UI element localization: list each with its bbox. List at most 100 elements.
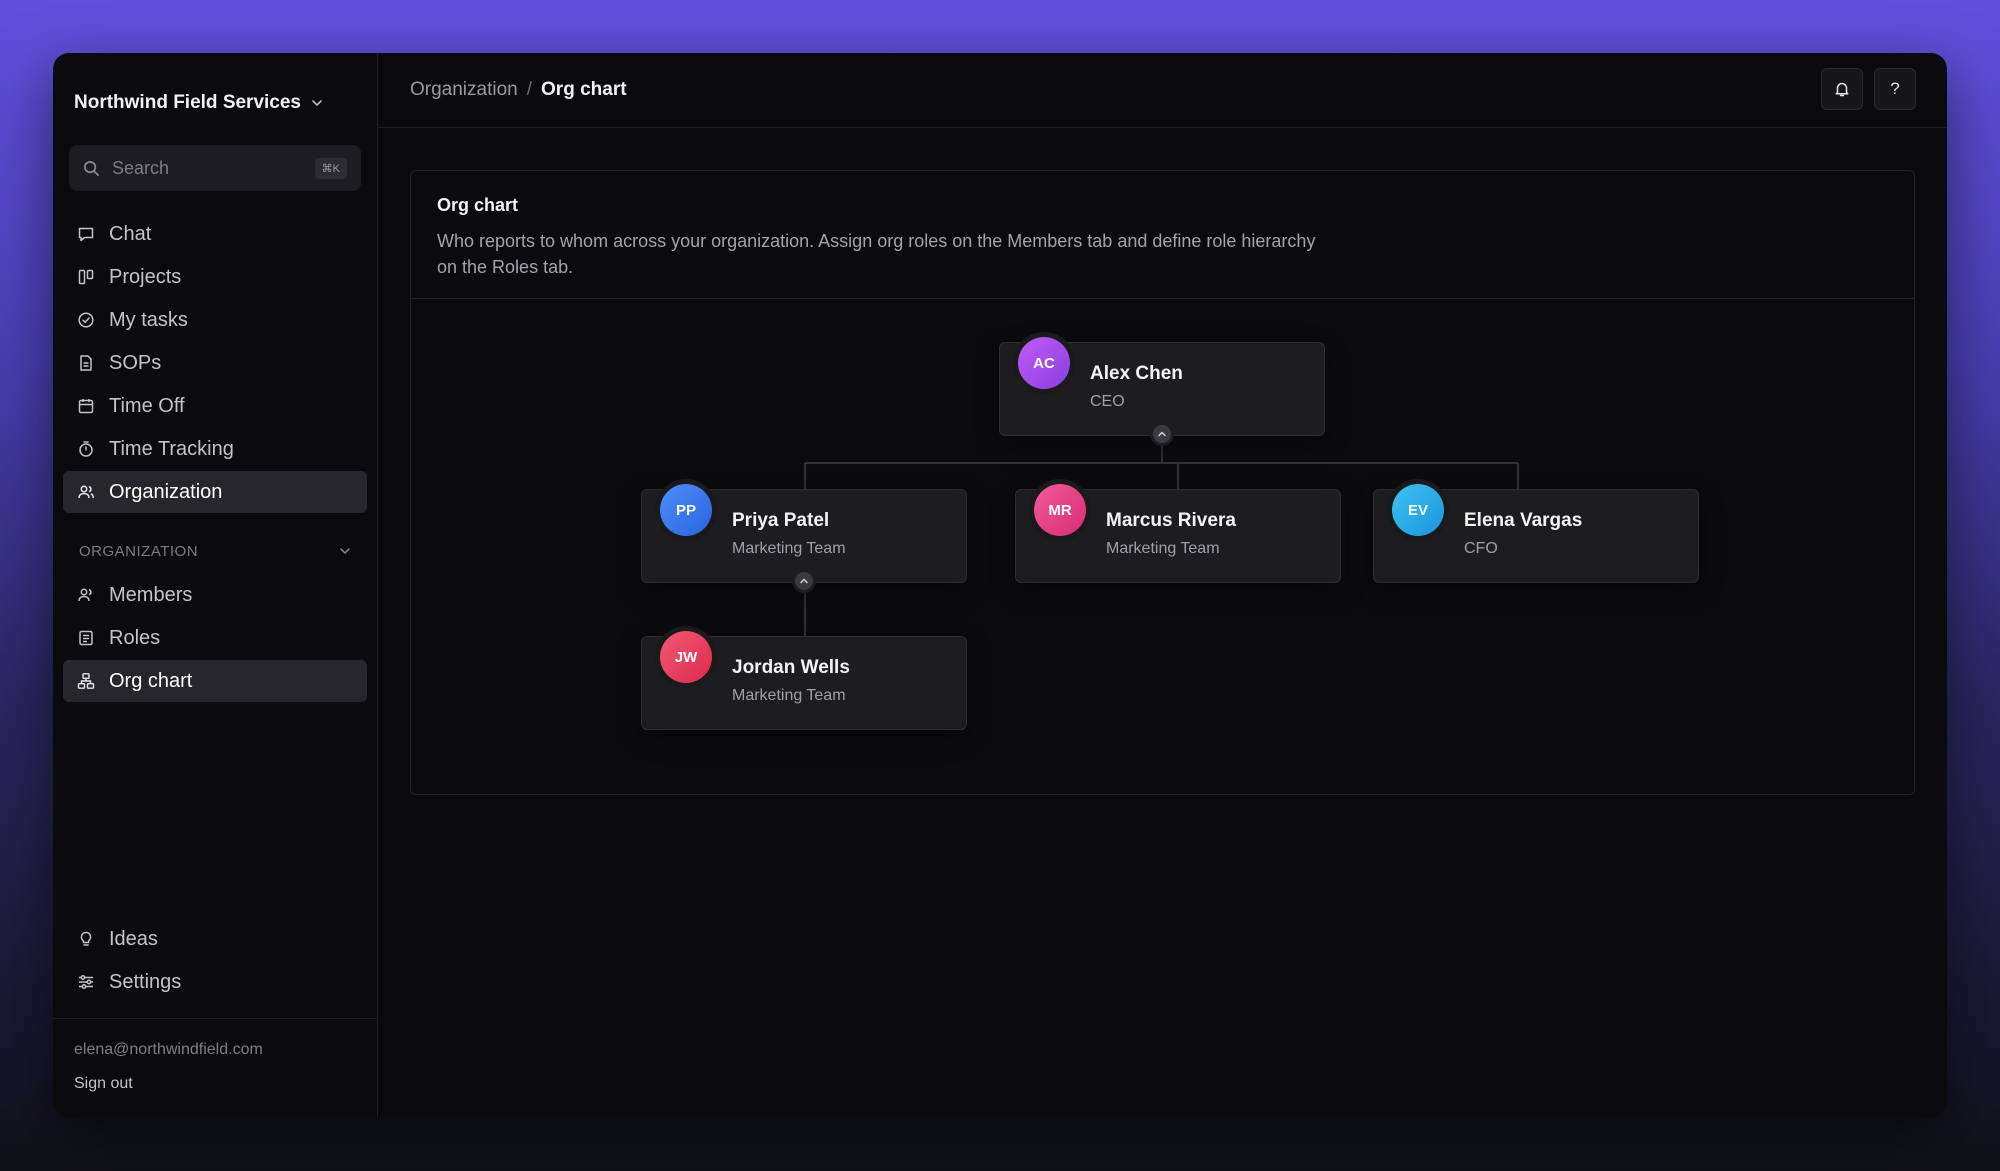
sidebar: Northwind Field Services Search ⌘K Chat …	[53, 53, 378, 1117]
chevron-down-icon	[312, 100, 322, 106]
nav-item-roles[interactable]: Roles	[63, 617, 367, 659]
topbar: Organization / Org chart ?	[378, 53, 1947, 128]
nav-item-sops[interactable]: SOPs	[63, 342, 367, 384]
chat-icon	[78, 227, 94, 242]
nav-label: SOPs	[109, 351, 162, 374]
nav-label: Projects	[109, 265, 182, 288]
app-window: Northwind Field Services Search ⌘K Chat …	[53, 53, 1947, 1117]
node-name: Jordan Wells	[732, 657, 850, 678]
nav-label: Members	[109, 583, 193, 606]
avatar-initials: EV	[1407, 501, 1428, 519]
section-label: ORGANIZATION	[79, 542, 199, 560]
collapse-toggle[interactable]	[792, 569, 816, 593]
nav-item-time-tracking[interactable]: Time Tracking	[63, 428, 367, 470]
node-role: Marketing Team	[732, 687, 846, 704]
avatar: EV	[1392, 484, 1444, 536]
avatar-initials: JW	[674, 648, 698, 666]
avatar: PP	[660, 484, 712, 536]
nav-label: Ideas	[109, 927, 158, 950]
chevron-up-icon	[1158, 431, 1166, 437]
nav-label: Time Off	[109, 394, 185, 417]
nav-label: Org chart	[109, 669, 193, 692]
node-name: Marcus Rivera	[1106, 510, 1236, 531]
collapse-toggle[interactable]	[1150, 422, 1174, 446]
account-panel: elena@northwindfield.com Sign out	[53, 1018, 377, 1117]
chevron-down-icon	[340, 548, 350, 554]
sliders-icon	[79, 975, 93, 989]
organization-nav: Members Roles Org chart	[53, 574, 377, 703]
org-node-alex-chen[interactable]: AC Alex Chen CEO	[999, 337, 1325, 446]
org-node-jordan-wells[interactable]: JW Jordan Wells Marketing Team	[641, 631, 967, 730]
avatar-initials: AC	[1033, 354, 1055, 372]
breadcrumb: Organization / Org chart	[410, 79, 627, 101]
org-node-priya-patel[interactable]: PP Priya Patel Marketing Team	[641, 484, 967, 593]
card-header: Org chart Who reports to whom across you…	[411, 171, 1914, 299]
card-description: Who reports to whom across your organiza…	[437, 231, 1316, 277]
nav-item-settings[interactable]: Settings	[63, 961, 367, 1003]
avatar: MR	[1034, 484, 1086, 536]
hierarchy-icon	[77, 673, 95, 689]
node-name: Priya Patel	[732, 510, 830, 531]
main-content: Organization / Org chart ? Org chart Who…	[378, 53, 1947, 1117]
avatar: JW	[660, 631, 712, 683]
search-input[interactable]: Search ⌘K	[69, 145, 361, 191]
help-label: ?	[1890, 79, 1900, 98]
breadcrumb-current: Org chart	[541, 79, 627, 100]
search-icon	[84, 160, 99, 176]
list-icon	[79, 630, 93, 646]
nav-item-organization[interactable]: Organization	[63, 471, 367, 513]
nav-item-projects[interactable]: Projects	[63, 256, 367, 298]
nav-item-time-off[interactable]: Time Off	[63, 385, 367, 427]
stopwatch-icon	[79, 441, 93, 457]
calendar-icon	[78, 399, 94, 414]
nav-label: Roles	[109, 626, 161, 649]
workspace-name: Northwind Field Services	[74, 92, 301, 113]
breadcrumb-parent[interactable]: Organization	[410, 79, 518, 101]
node-role: Marketing Team	[732, 540, 846, 557]
nav-label: Time Tracking	[109, 437, 234, 460]
node-role: Marketing Team	[1106, 540, 1220, 557]
avatar: AC	[1018, 337, 1070, 389]
nav-label: My tasks	[109, 308, 188, 331]
org-node-marcus-rivera[interactable]: MR Marcus Rivera Marketing Team	[1015, 484, 1341, 583]
lightbulb-icon	[80, 931, 92, 946]
card-title: Org chart	[437, 195, 519, 215]
account-email: elena@northwindfield.com	[74, 1041, 263, 1058]
sidebar-footer: Ideas Settings elena@northwindfield.com …	[53, 918, 377, 1117]
nav-item-chat[interactable]: Chat	[63, 213, 367, 255]
org-node-elena-vargas[interactable]: EV Elena Vargas CFO	[1373, 484, 1699, 583]
workspace-switcher[interactable]: Northwind Field Services	[53, 53, 377, 125]
kanban-icon	[78, 269, 94, 285]
nav-label: Organization	[109, 480, 223, 503]
nav-label: Settings	[109, 970, 182, 993]
nav-item-org-chart[interactable]: Org chart	[63, 660, 367, 702]
bell-icon	[1835, 82, 1849, 97]
org-chart: AC Alex Chen CEO PP Priya Patel Marketin…	[411, 299, 1914, 794]
bottom-nav: Ideas Settings	[53, 918, 377, 1018]
help-button[interactable]: ?	[1874, 68, 1916, 110]
nav-label: Chat	[109, 222, 152, 245]
topbar-actions: ?	[1821, 68, 1916, 110]
node-name: Alex Chen	[1090, 363, 1183, 384]
breadcrumb-separator: /	[526, 79, 533, 100]
search-shortcut: ⌘K	[314, 157, 347, 179]
avatar-initials: MR	[1048, 501, 1072, 519]
node-name: Elena Vargas	[1464, 510, 1583, 531]
organization-section-toggle[interactable]: ORGANIZATION	[53, 534, 377, 568]
main-nav: Chat Projects My tasks SOPs Time Off Tim…	[53, 213, 377, 514]
org-chart-card: Org chart Who reports to whom across you…	[410, 170, 1915, 795]
node-role: CFO	[1464, 540, 1498, 557]
chevron-up-icon	[800, 578, 808, 584]
users-icon	[78, 485, 94, 499]
nav-item-ideas[interactable]: Ideas	[63, 918, 367, 960]
notifications-button[interactable]	[1821, 68, 1863, 110]
members-icon	[78, 588, 92, 602]
search-placeholder: Search	[112, 157, 170, 178]
document-icon	[80, 355, 92, 371]
sign-out-link[interactable]: Sign out	[74, 1075, 133, 1093]
avatar-initials: PP	[675, 501, 696, 519]
check-circle-icon	[78, 312, 94, 328]
node-role: CEO	[1090, 393, 1125, 410]
nav-item-my-tasks[interactable]: My tasks	[63, 299, 367, 341]
nav-item-members[interactable]: Members	[63, 574, 367, 616]
